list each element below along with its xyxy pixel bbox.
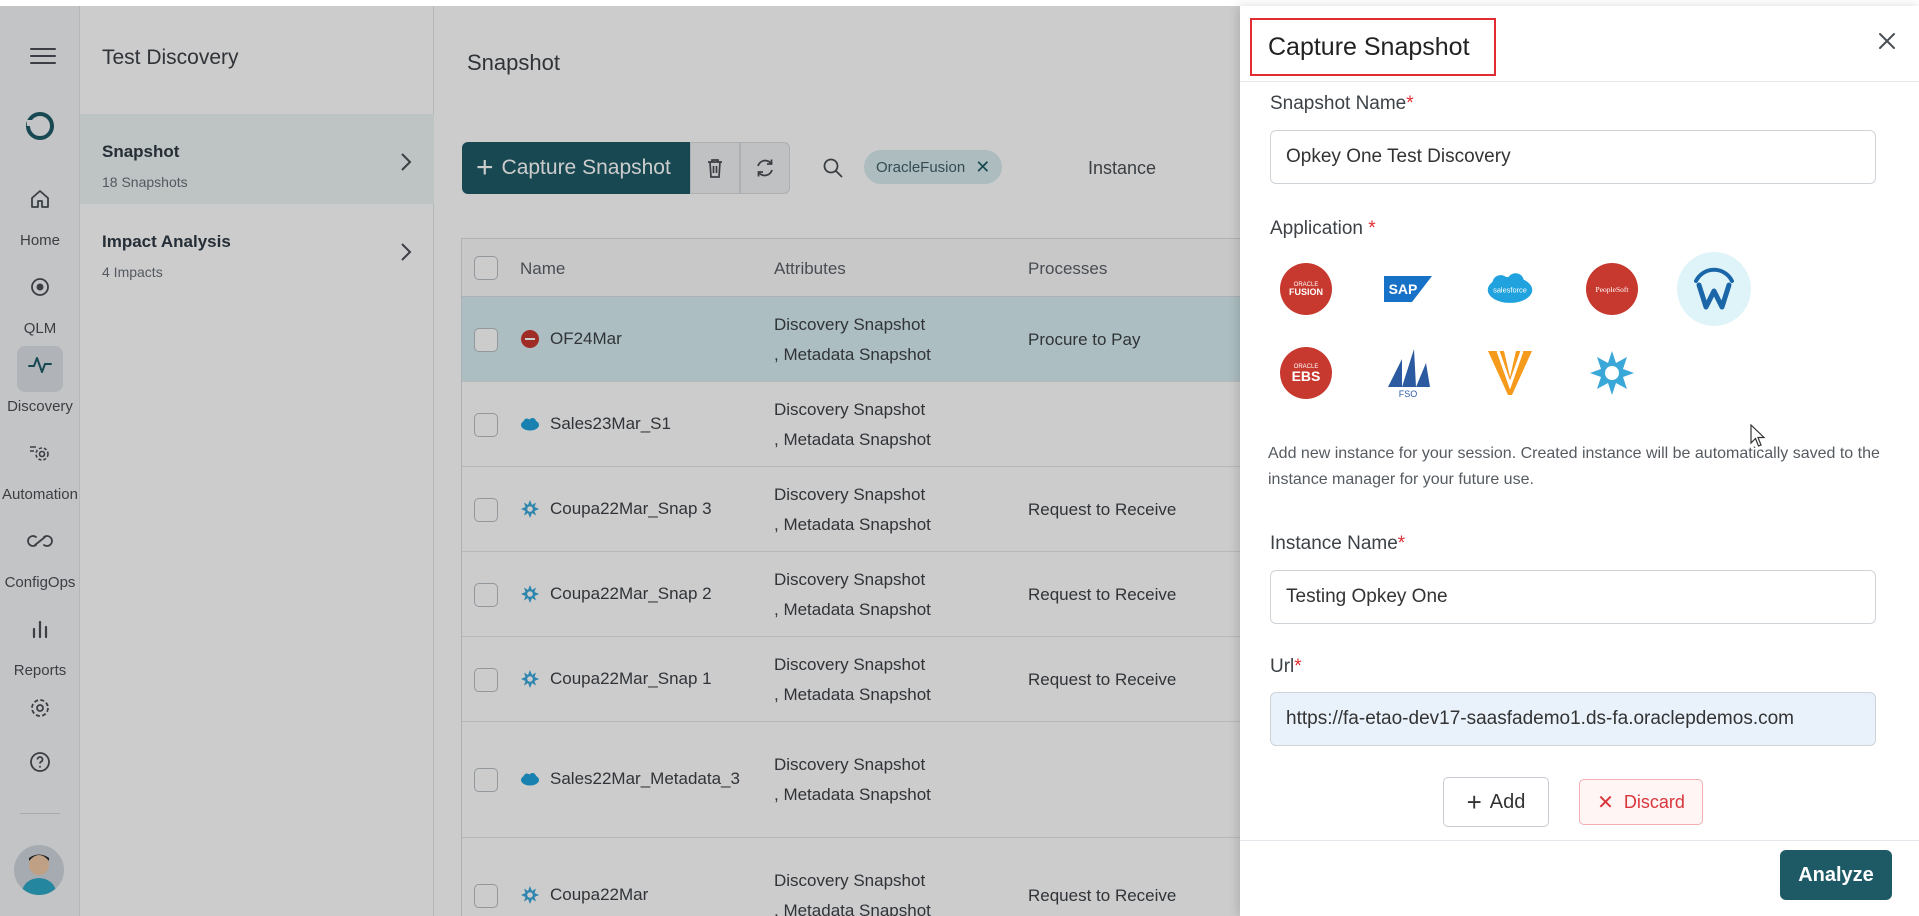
- instance-name-label: Instance Name*: [1270, 533, 1405, 555]
- salesforce-logo-icon: salesforce: [1487, 273, 1533, 303]
- application-label: Application *: [1270, 218, 1376, 240]
- add-button-label: Add: [1489, 790, 1526, 813]
- svg-text:EBS: EBS: [1292, 368, 1321, 384]
- sap-logo-icon: SAP: [1384, 276, 1432, 302]
- coupa-logo-icon: [1590, 351, 1634, 395]
- snapshot-name-label: Snapshot Name*: [1270, 93, 1414, 115]
- discard-button-label: Discard: [1623, 791, 1685, 812]
- url-label-text: Url: [1270, 656, 1295, 677]
- svg-text:SAP: SAP: [1389, 281, 1418, 297]
- snapshot-name-label-text: Snapshot Name: [1270, 93, 1407, 114]
- peoplesoft-logo-icon: PeopleSoft: [1596, 285, 1630, 294]
- snapshot-name-input[interactable]: Opkey One Test Discovery: [1270, 130, 1876, 184]
- svg-text:FUSION: FUSION: [1289, 287, 1323, 297]
- oracle-ebs-logo-icon: ORACLEEBS: [1292, 364, 1321, 384]
- app-fso[interactable]: FSO: [1382, 345, 1434, 399]
- fso-logo-icon: FSO: [1388, 349, 1430, 399]
- required-mark: *: [1368, 218, 1376, 239]
- add-button[interactable]: + Add: [1443, 777, 1549, 827]
- mouse-cursor-icon: [1750, 424, 1766, 447]
- svg-text:FSO: FSO: [1399, 389, 1418, 399]
- app-oracle-ebs[interactable]: ORACLE EBS: [1280, 347, 1332, 399]
- url-label: Url*: [1270, 656, 1302, 678]
- drawer-header: Capture Snapshot: [1240, 6, 1919, 82]
- app-coupa[interactable]: [1586, 347, 1638, 399]
- url-input[interactable]: https://fa-etao-dev17-saasfademo1.ds-fa.…: [1270, 692, 1876, 746]
- app-sap[interactable]: SAP: [1382, 263, 1434, 315]
- analyze-button[interactable]: Analyze: [1780, 850, 1892, 900]
- drawer-title: Capture Snapshot: [1250, 18, 1496, 76]
- close-icon[interactable]: [1877, 31, 1897, 51]
- discard-button[interactable]: ✕ Discard: [1579, 779, 1703, 825]
- app-peoplesoft[interactable]: PeopleSoft: [1586, 263, 1638, 315]
- required-mark: *: [1294, 656, 1302, 677]
- plus-icon: +: [1466, 787, 1482, 817]
- app-oracle-fusion[interactable]: ORACLE FUSION: [1280, 263, 1332, 315]
- svg-text:salesforce: salesforce: [1493, 286, 1527, 295]
- application-label-text: Application: [1270, 218, 1363, 239]
- capture-snapshot-drawer: Capture Snapshot Snapshot Name* Opkey On…: [1240, 6, 1919, 916]
- modal-backdrop[interactable]: [0, 0, 1240, 916]
- instance-name-label-text: Instance Name: [1270, 533, 1398, 554]
- svg-text:PeopleSoft: PeopleSoft: [1596, 285, 1630, 294]
- oracle-fusion-logo-icon: ORACLEFUSION: [1289, 282, 1323, 297]
- instance-hint-text: Add new instance for your session. Creat…: [1268, 445, 1880, 488]
- app-salesforce[interactable]: salesforce: [1484, 263, 1536, 315]
- workday-logo-icon: [1694, 267, 1734, 310]
- required-mark: *: [1406, 93, 1414, 114]
- instance-name-input[interactable]: Testing Opkey One: [1270, 570, 1876, 624]
- app-workday[interactable]: [1677, 252, 1751, 326]
- veeva-logo-icon: [1488, 350, 1532, 395]
- drawer-footer: Analyze: [1240, 840, 1919, 916]
- close-icon: ✕: [1597, 791, 1614, 814]
- required-mark: *: [1397, 533, 1406, 554]
- app-veeva[interactable]: [1484, 347, 1536, 399]
